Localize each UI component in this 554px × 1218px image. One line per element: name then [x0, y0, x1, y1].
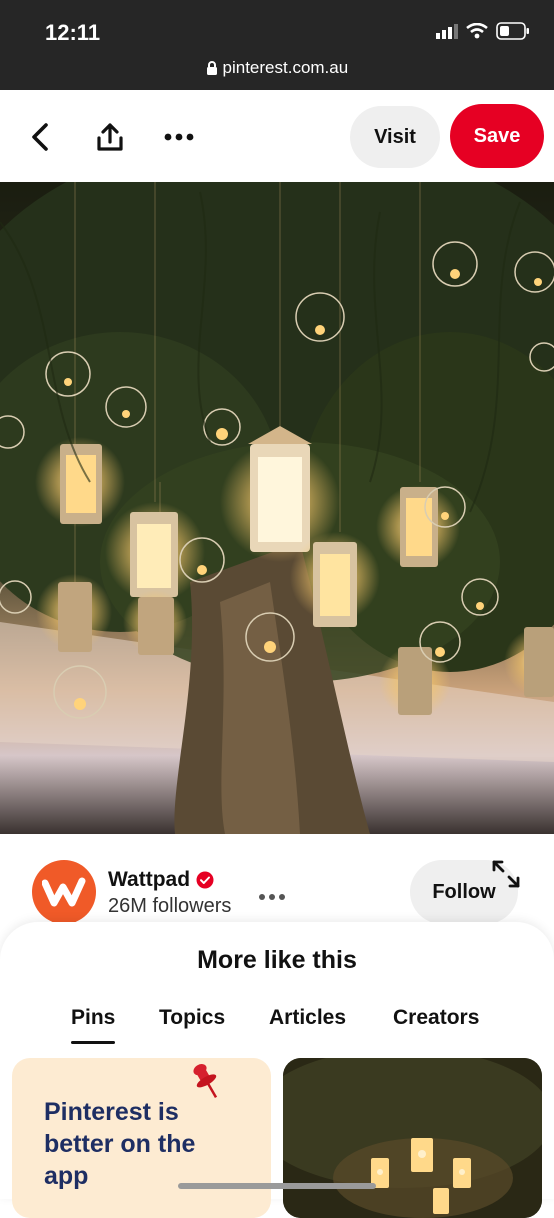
related-pin-thumbnail[interactable] [283, 1058, 542, 1218]
share-icon [97, 123, 123, 151]
status-time: 12:11 [45, 20, 101, 45]
battery-icon [496, 22, 529, 40]
visit-button[interactable]: Visit [350, 106, 440, 168]
creator-more-button[interactable] [258, 880, 286, 908]
save-button[interactable]: Save [450, 104, 544, 168]
verified-badge-icon [196, 871, 214, 889]
tab-creators[interactable]: Creators [393, 1006, 479, 1030]
system-icons [436, 22, 530, 40]
tab-pins[interactable]: Pins [71, 1006, 115, 1030]
chevron-left-icon [32, 123, 48, 151]
url-text: pinterest.com.au [222, 58, 349, 77]
creator-name[interactable]: Wattpad [108, 868, 190, 892]
ellipsis-icon [164, 133, 194, 141]
active-tab-indicator [71, 1041, 115, 1044]
status-bar: 12:11 pinterest.com.au [0, 0, 554, 90]
more-options-button[interactable] [155, 113, 203, 161]
more-like-this-title: More like this [197, 946, 357, 974]
avatar[interactable] [32, 860, 96, 924]
pin-image[interactable] [0, 182, 554, 834]
follower-count: 26M followers [108, 895, 232, 917]
app-promo-card[interactable]: Pinterest is better on the app [12, 1058, 271, 1218]
signal-icon [436, 24, 458, 39]
back-button[interactable] [16, 113, 64, 161]
wattpad-logo-icon [42, 877, 86, 907]
expand-icon [492, 860, 520, 888]
tab-articles[interactable]: Articles [269, 1006, 346, 1030]
share-button[interactable] [86, 113, 134, 161]
wifi-icon [466, 23, 488, 39]
lantern [35, 437, 125, 527]
expand-button[interactable] [488, 856, 524, 892]
lock-icon [206, 60, 218, 80]
creator-name-row[interactable]: Wattpad [108, 868, 214, 892]
lanterns-tree-photo [0, 182, 554, 834]
lantern [105, 502, 205, 602]
tab-topics[interactable]: Topics [159, 1006, 225, 1030]
related-pin-image [283, 1058, 542, 1218]
promo-text: Pinterest is better on the app [44, 1098, 196, 1190]
ellipsis-icon [259, 894, 285, 900]
home-indicator [178, 1183, 376, 1189]
url-bar[interactable]: pinterest.com.au [0, 58, 554, 80]
